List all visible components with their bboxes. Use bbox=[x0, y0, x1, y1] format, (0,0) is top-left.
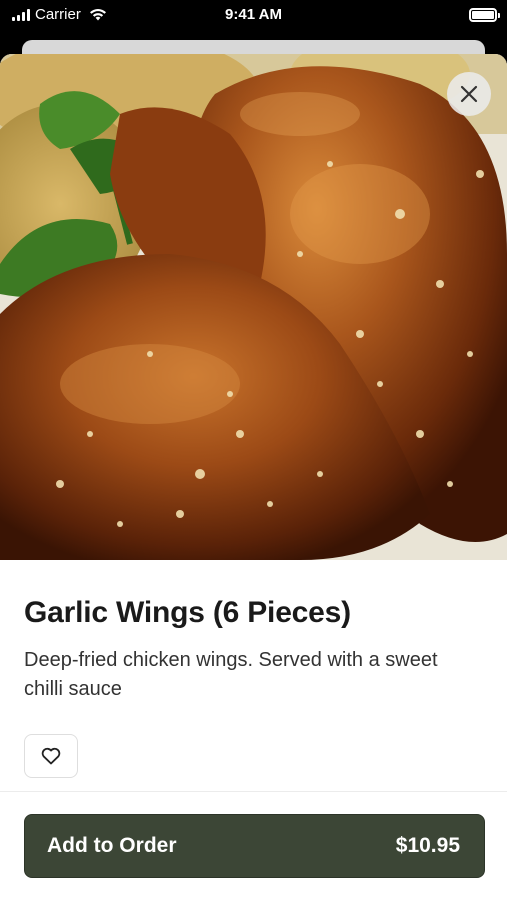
garlic-wings-illustration bbox=[0, 54, 507, 560]
close-button[interactable] bbox=[447, 72, 491, 116]
divider bbox=[0, 791, 507, 792]
add-to-order-label: Add to Order bbox=[47, 834, 177, 857]
status-bar: Carrier 9:41 AM bbox=[0, 0, 507, 32]
item-photo bbox=[0, 54, 507, 560]
favorite-button[interactable] bbox=[24, 734, 78, 778]
item-detail-sheet: Garlic Wings (6 Pieces) Deep-fried chick… bbox=[0, 54, 507, 900]
item-title: Garlic Wings (6 Pieces) bbox=[24, 596, 351, 629]
battery-icon bbox=[469, 8, 500, 22]
add-to-order-button[interactable]: Add to Order $10.95 bbox=[24, 814, 485, 878]
item-description: Deep-fried chicken wings. Served with a … bbox=[24, 649, 438, 700]
clock: 9:41 AM bbox=[225, 6, 282, 23]
price-label: $10.95 bbox=[395, 834, 460, 857]
heart-icon bbox=[41, 747, 61, 765]
close-icon bbox=[460, 85, 478, 103]
